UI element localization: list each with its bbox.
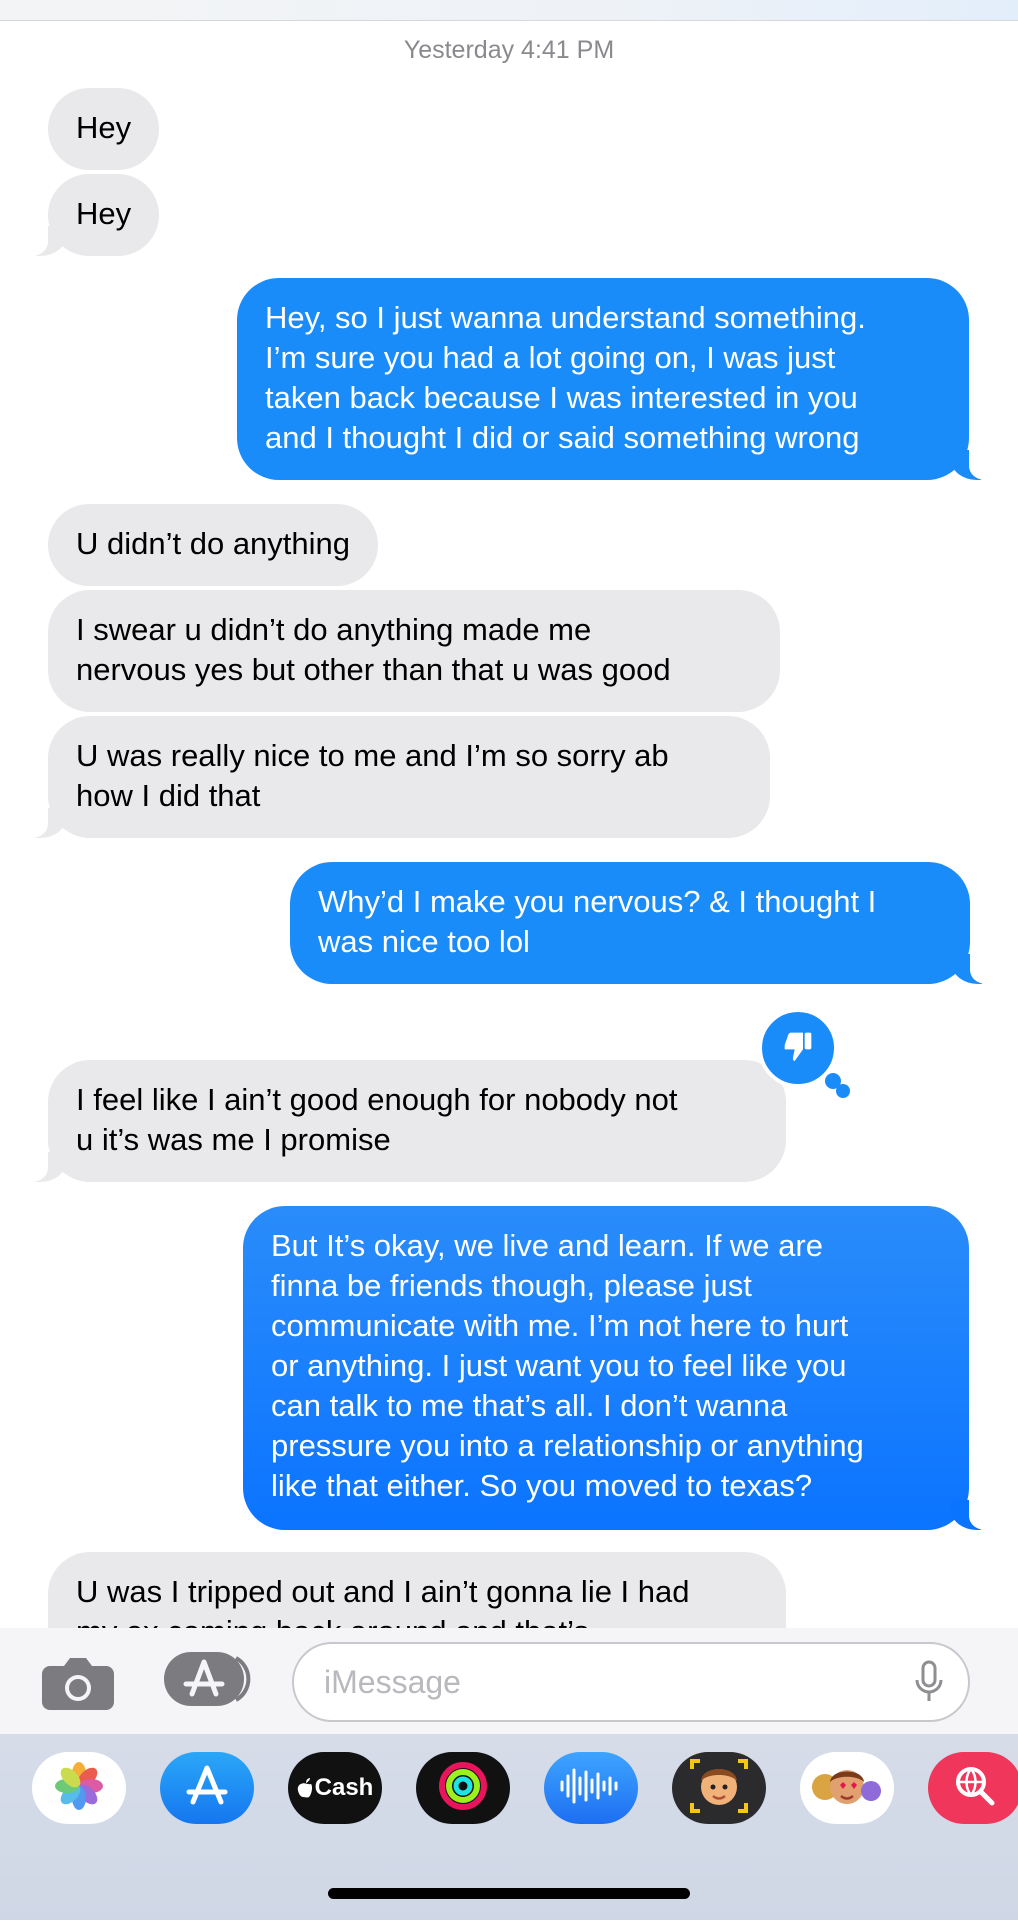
image-search-app-button[interactable] xyxy=(928,1752,1018,1824)
audio-message-app-button[interactable] xyxy=(544,1752,638,1824)
camera-icon xyxy=(40,1658,116,1716)
activity-app-button[interactable] xyxy=(416,1752,510,1824)
message-bubble-incoming[interactable]: U didn’t do anything xyxy=(48,504,379,586)
message-bubble-incoming[interactable]: Hey xyxy=(48,88,160,170)
message-bubble-outgoing[interactable]: Why’d I make you nervous? & I thought I … xyxy=(290,862,992,984)
message-bubble-incoming[interactable]: I feel like I ain’t good enough for nobo… xyxy=(26,1060,786,1182)
conversation-timestamp: Yesterday 4:41 PM xyxy=(403,36,615,64)
cash-app-button[interactable]: Cash xyxy=(288,1752,382,1824)
photos-icon xyxy=(52,1759,106,1818)
memoji-icon xyxy=(684,1755,754,1822)
message-bubble-incoming[interactable]: U was really nice to me and I’m so sorry… xyxy=(26,716,770,838)
thumbs-down-icon xyxy=(778,1026,818,1071)
activity-icon xyxy=(438,1761,488,1816)
message-input-placeholder: iMessage xyxy=(324,1664,461,1700)
home-indicator[interactable] xyxy=(328,1888,690,1899)
memoji-app-button[interactable] xyxy=(672,1752,766,1824)
memoji-stickers-app-button[interactable] xyxy=(800,1752,894,1824)
status-strip xyxy=(0,0,1018,21)
app-store-icon xyxy=(183,1762,231,1815)
reaction-tail xyxy=(836,1084,850,1098)
cash-label: Cash xyxy=(314,1774,374,1801)
image-search-icon xyxy=(950,1761,1000,1816)
audio-message-icon xyxy=(556,1766,626,1811)
message-input[interactable]: iMessage xyxy=(292,1642,970,1722)
message-bubble-incoming[interactable]: Hey xyxy=(25,174,160,256)
photos-app-button[interactable] xyxy=(32,1752,126,1824)
compose-bar: iMessage xyxy=(0,1628,1018,1734)
cash-icon: Cash xyxy=(297,1774,374,1802)
camera-button[interactable] xyxy=(40,1656,116,1712)
message-bubble-incoming[interactable]: I swear u didn’t do anything made me ner… xyxy=(48,590,780,712)
memoji-stickers-icon xyxy=(807,1755,887,1822)
apps-button[interactable] xyxy=(164,1650,254,1708)
app-store-app-button[interactable] xyxy=(160,1752,254,1824)
app-store-icon xyxy=(164,1652,254,1712)
message-bubble-outgoing[interactable]: But It’s okay, we live and learn. If we … xyxy=(243,1206,991,1530)
message-bubble-outgoing[interactable]: Hey, so I just wanna understand somethin… xyxy=(237,278,991,480)
microphone-icon[interactable] xyxy=(914,1660,944,1704)
